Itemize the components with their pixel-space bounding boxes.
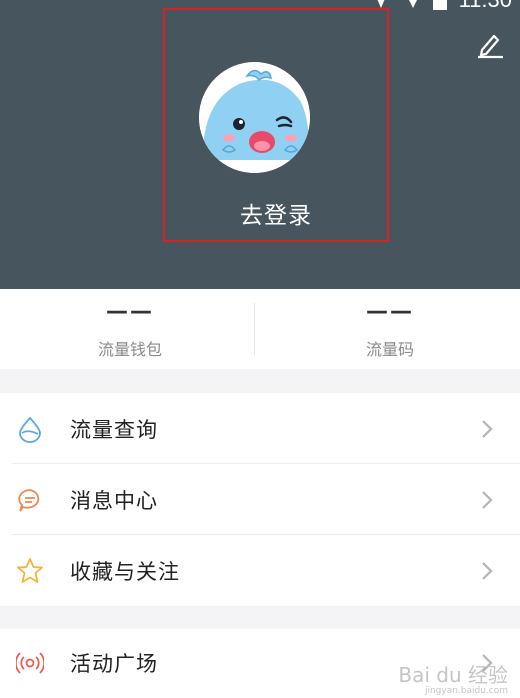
traffic-code-label: 流量码 [365, 340, 414, 359]
traffic-wallet-stat[interactable]: —— 流量钱包 [0, 289, 260, 369]
watermark: Bai du 经验 jingyan.baidu.com [398, 659, 508, 696]
edit-profile-icon[interactable] [474, 28, 506, 60]
wifi-icon [409, 0, 417, 8]
profile-header: 11:30 去登录 [0, 0, 520, 289]
chevron-right-icon [482, 562, 493, 580]
menu-item-traffic-query[interactable]: 流量查询 [0, 393, 520, 464]
watermark-sub: jingyan.baidu.com [424, 686, 508, 696]
traffic-code-stat[interactable]: —— 流量码 [260, 289, 520, 369]
login-link[interactable]: 去登录 [163, 196, 389, 230]
broadcast-icon [16, 652, 44, 674]
stats-divider [254, 303, 255, 355]
traffic-wallet-value: —— [106, 299, 154, 324]
chevron-right-icon [482, 420, 493, 438]
chevron-right-icon [482, 491, 493, 509]
menu-item-message-center[interactable]: 消息中心 [0, 464, 520, 535]
battery-icon [433, 0, 447, 10]
water-drop-icon [19, 416, 41, 443]
avatar[interactable] [199, 62, 310, 173]
traffic-wallet-label: 流量钱包 [97, 340, 162, 359]
traffic-code-value: —— [366, 299, 414, 324]
message-bubble-icon [18, 489, 40, 512]
menu-item-favorites-follow[interactable]: 收藏与关注 [0, 535, 520, 606]
menu-item-label: 收藏与关注 [70, 560, 180, 584]
status-time: 11:30 [459, 0, 512, 12]
stats-bar: —— 流量钱包 —— 流量码 [0, 289, 520, 369]
menu-item-label: 流量查询 [70, 418, 158, 442]
menu-item-label: 消息中心 [70, 489, 158, 513]
menu-item-label: 活动广场 [70, 652, 158, 676]
watermark-text: Bai du 经验 [398, 663, 508, 687]
whale-mascot-icon [199, 62, 310, 173]
menu-group-main: 流量查询 消息中心 收藏与关注 [0, 393, 520, 606]
star-icon [17, 558, 43, 583]
